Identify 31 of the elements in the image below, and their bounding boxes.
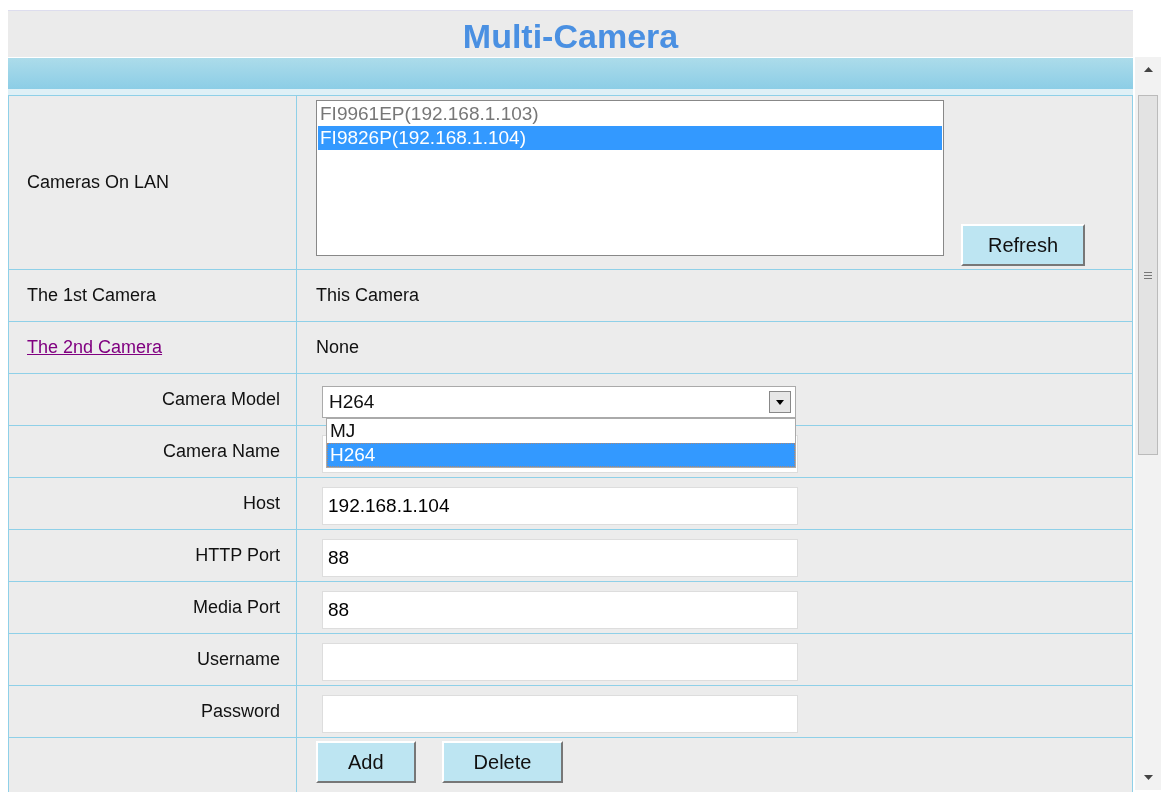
text-field[interactable]: 88 xyxy=(322,538,798,577)
grip-icon xyxy=(1144,271,1152,279)
text-field[interactable] xyxy=(322,642,798,681)
scrollbar[interactable] xyxy=(1135,57,1161,790)
text-field[interactable] xyxy=(322,694,798,733)
row-label: The 1st Camera xyxy=(27,285,157,306)
refresh-button[interactable]: Refresh xyxy=(961,224,1085,266)
camera-list[interactable]: FI9961EP(192.168.1.103) FI9826P(192.168.1.104) xyxy=(316,100,944,256)
camera-list-item[interactable]: FI9961EP(192.168.1.103) xyxy=(318,102,942,126)
row-value: This Camera xyxy=(316,285,420,306)
scrollbar-thumb[interactable] xyxy=(1138,95,1158,455)
text-field[interactable]: 192.168.1.104 xyxy=(322,486,798,525)
model-select[interactable]: H264 xyxy=(322,385,796,418)
field-label: Host xyxy=(243,493,280,514)
field-label: Username xyxy=(196,649,280,670)
down-arrow-icon[interactable] xyxy=(1143,774,1153,780)
camera-link[interactable]: The 2nd Camera xyxy=(27,337,163,358)
action-button[interactable]: Add xyxy=(316,741,416,783)
field-label: Camera Model xyxy=(161,389,280,410)
field-label: Media Port xyxy=(192,597,280,618)
field-label: Password xyxy=(200,701,280,722)
field-label: HTTP Port xyxy=(195,545,280,566)
page-title: Multi-Camera xyxy=(462,16,679,56)
text-field[interactable]: 88 xyxy=(322,590,798,629)
field-label: Camera Name xyxy=(162,441,280,462)
row-label: Cameras On LAN xyxy=(27,172,170,193)
dropdown-option[interactable]: MJ xyxy=(327,418,795,443)
action-button[interactable]: Delete xyxy=(441,741,564,783)
caret-icon[interactable] xyxy=(769,390,791,413)
up-arrow-icon[interactable] xyxy=(1143,67,1153,73)
row-value: None xyxy=(316,337,360,358)
